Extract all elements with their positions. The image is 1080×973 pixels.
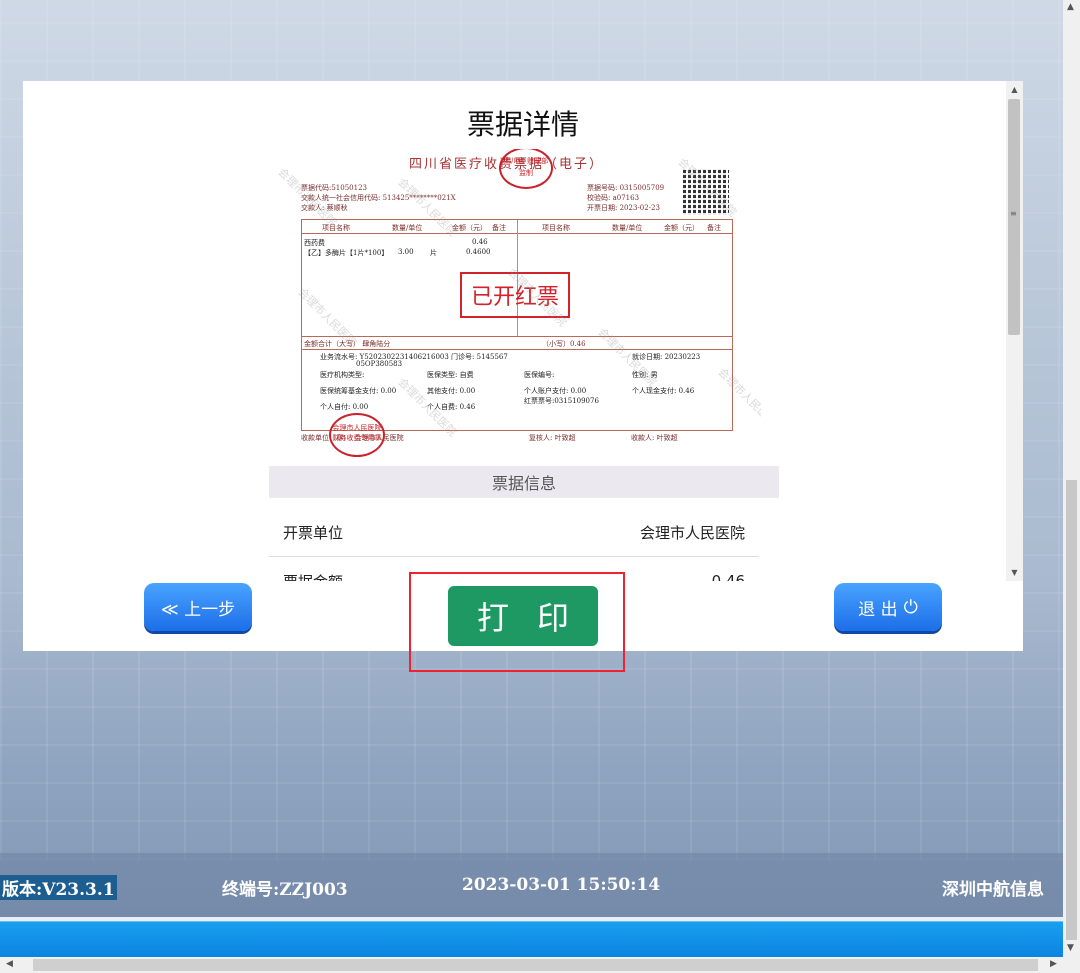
status-footer: 版本:V23.3.1 终端号:ZZJ003 2023-03-01 15:50:1… <box>0 853 1063 917</box>
invoice-image: 四川省医疗收费票据（电子） 四川省 财政部监制 票据代码:51050123 交款… <box>269 149 761 471</box>
scroll-up-icon[interactable]: ▲ <box>1006 81 1023 98</box>
personal-cash-pay: 个人现金支付: 0.46 <box>632 387 695 395</box>
exit-label: 退 出 <box>858 599 898 620</box>
info-section-header: 票据信息 <box>269 466 779 498</box>
scroll-thumb[interactable] <box>33 959 1038 971</box>
window-horizontal-scrollbar[interactable]: ◀ ▶ <box>0 957 1080 973</box>
col-header: 数量/单位 <box>612 224 643 232</box>
insurance-id: 医保编号: <box>524 371 555 379</box>
col-header: 项目名称 <box>542 224 570 232</box>
fund-pay: 医保统筹基金支付: 0.00 <box>320 387 397 395</box>
total-lower: （小写）0.46 <box>542 340 586 348</box>
personal-account-pay: 个人账户支付: 0.00 <box>524 387 587 395</box>
taskbar <box>0 917 1063 957</box>
prev-step-button[interactable]: ≪ 上一步 <box>144 583 252 631</box>
hospital-stamp: 会理市人民医院 财务收费专用章 <box>329 413 385 457</box>
item2-unit: 片 <box>430 249 437 257</box>
scroll-thumb[interactable] <box>1066 480 1077 940</box>
reviewer: 复核人: 叶致超 <box>529 434 576 442</box>
col-header: 金额（元） <box>664 224 699 232</box>
item2-amount: 0.4600 <box>466 248 491 256</box>
insurance-type: 医保类型: 自费 <box>427 371 474 379</box>
datetime: 2023-03-01 15:50:14 <box>462 875 661 895</box>
scroll-right-icon[interactable]: ▶ <box>1050 959 1057 969</box>
item1-amount: 0.46 <box>472 238 488 246</box>
print-highlight-box <box>409 572 625 672</box>
page-title: 票据详情 <box>466 108 579 141</box>
terminal-id: 终端号:ZZJ003 <box>222 880 348 900</box>
info-value: 会理市人民医院 <box>639 524 745 542</box>
red-invoice-number: 红票票号:0315109076 <box>524 397 599 405</box>
col-header: 备注 <box>707 224 721 232</box>
window-vertical-scrollbar[interactable]: ▲ ▼ <box>1063 0 1080 957</box>
main-panel: 票据详情 四川省医疗收费票据（电子） 四川省 财政部监制 票据代码:510501… <box>23 81 1023 651</box>
scroll-content[interactable]: 票据详情 四川省医疗收费票据（电子） 四川省 财政部监制 票据代码:510501… <box>23 81 1023 581</box>
serial-number-2: 05OP380583 <box>356 360 403 368</box>
other-pay: 其他支付: 0.00 <box>427 387 476 395</box>
serial-number: 业务流水号: Y52023022314062160​03 门诊号: 514556… <box>320 353 508 361</box>
payee: 收款人: 叶致超 <box>631 434 678 442</box>
vertical-scrollbar[interactable]: ▲ ≡ ▼ <box>1006 81 1023 581</box>
power-icon: ⏻ <box>903 596 918 618</box>
institution-type: 医疗机构类型: <box>320 371 365 379</box>
scroll-down-icon[interactable]: ▼ <box>1067 943 1074 953</box>
check-code: 校验码: a07163 <box>587 194 640 202</box>
info-value: 0.46 <box>711 572 745 581</box>
info-label: 票据金额 <box>283 571 343 582</box>
item2-qty: 3.00 <box>398 248 414 256</box>
info-row-issuer: 开票单位 会理市人民医院 <box>269 509 759 557</box>
self-pay: 个人自付: 0.00 <box>320 403 369 411</box>
issue-date: 开票日期: 2023-02-23 <box>587 204 660 212</box>
col-header: 备注 <box>492 224 506 232</box>
invoice-table: 项目名称 数量/单位 金额（元） 备注 项目名称 数量/单位 金额（元） 备注 … <box>301 219 733 431</box>
scroll-down-icon[interactable]: ▼ <box>1006 564 1023 581</box>
bill-number: 票据号码: 0315005709 <box>587 184 665 192</box>
scroll-up-icon[interactable]: ▲ <box>1067 2 1074 12</box>
finance-stamp: 四川省 财政部监制 <box>499 149 553 189</box>
scroll-left-icon[interactable]: ◀ <box>6 959 13 969</box>
version-text: 版本:V23.3.1 <box>0 875 117 900</box>
company-name: 深圳中航信息 <box>942 880 1044 900</box>
col-header: 数量/单位 <box>392 224 423 232</box>
info-label: 开票单位 <box>283 524 344 542</box>
exit-button[interactable]: 退 出 ⏻ <box>834 583 942 631</box>
item2-name: 【乙】多酶片【1片*100】 <box>304 249 389 257</box>
item1-name: 西药费 <box>304 239 325 247</box>
scroll-grip-icon: ≡ <box>1010 209 1017 218</box>
